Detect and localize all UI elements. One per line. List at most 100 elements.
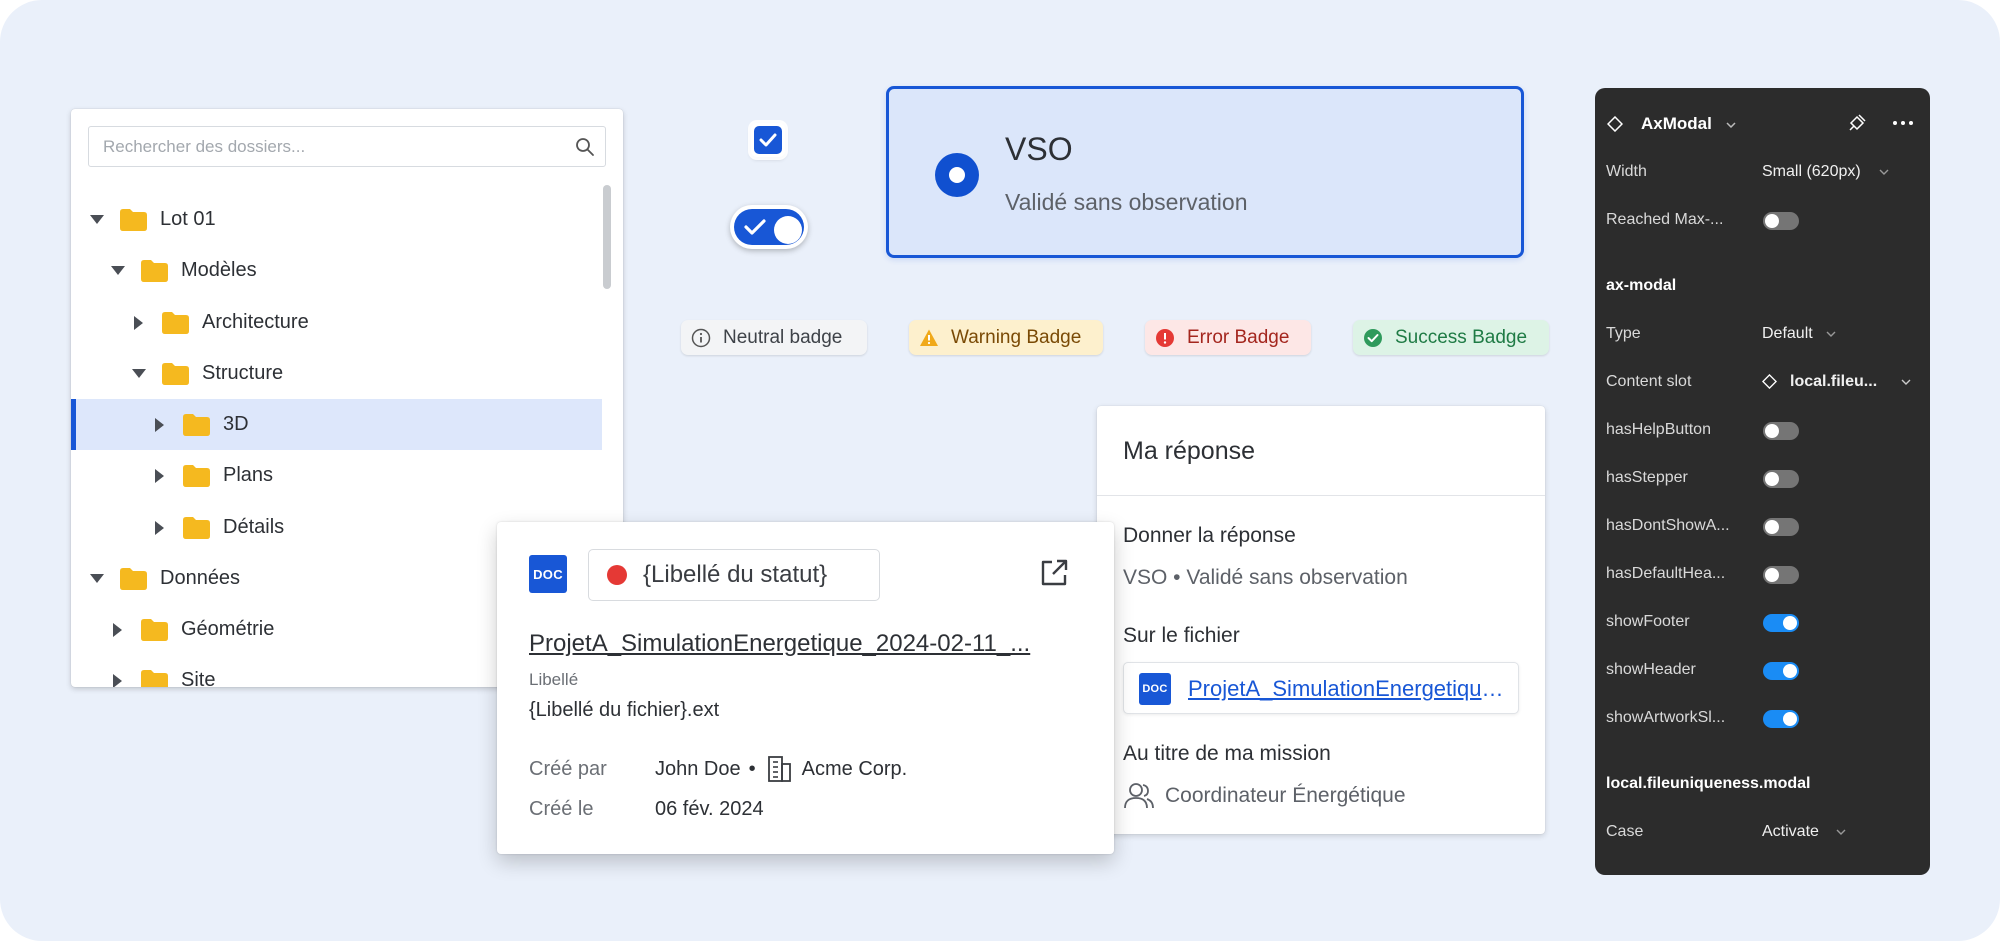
tree-item-label: Structure	[202, 362, 284, 384]
tree-item-label: Modèles	[181, 259, 257, 281]
has-dont-show-again-toggle[interactable]	[1763, 518, 1799, 536]
tree-item-label: 3D	[223, 413, 249, 435]
folder-icon	[141, 618, 168, 641]
tree-item-3d[interactable]: 3D	[71, 399, 602, 450]
folder-icon	[141, 259, 168, 282]
caret-down-icon[interactable]	[132, 367, 146, 381]
component-name[interactable]: AxModal	[1641, 114, 1712, 134]
reached-max-label: Reached Max-...	[1606, 211, 1724, 228]
warning-badge: Warning Badge	[909, 320, 1103, 355]
width-label: Width	[1606, 163, 1647, 180]
reached-max-toggle[interactable]	[1763, 212, 1799, 230]
radio-option-card[interactable]: VSO Validé sans observation	[886, 86, 1524, 258]
tree-item-label: Plans	[223, 464, 274, 486]
file-chip[interactable]: DOC ProjetA_SimulationEnergetique_2024-0…	[1123, 662, 1519, 714]
folder-icon	[120, 208, 147, 231]
show-footer-label: showFooter	[1606, 613, 1690, 630]
case-value[interactable]: Activate	[1762, 823, 1819, 841]
radio-option-description: Validé sans observation	[1005, 189, 1248, 215]
file-link[interactable]: ProjetA_SimulationEnergetique_2024-02-11	[1188, 676, 1508, 702]
caret-right-icon[interactable]	[132, 315, 146, 330]
case-label: Case	[1606, 823, 1644, 840]
chevron-down-icon[interactable]	[1900, 376, 1912, 388]
folder-icon	[120, 567, 147, 590]
chevron-down-icon[interactable]	[1725, 119, 1737, 131]
response-card-title: Ma réponse	[1123, 437, 1256, 465]
show-artwork-slot-label: showArtworkSl...	[1606, 709, 1726, 726]
show-artwork-slot-toggle[interactable]	[1763, 710, 1799, 728]
status-chip: {Libellé du statut}	[588, 549, 880, 601]
has-help-button-toggle[interactable]	[1763, 422, 1799, 440]
doc-file-icon: DOC	[529, 555, 567, 593]
checkbox[interactable]	[751, 123, 785, 157]
folder-search-input[interactable]	[89, 127, 549, 166]
width-value[interactable]: Small (620px)	[1762, 163, 1861, 181]
has-stepper-toggle[interactable]	[1763, 470, 1799, 488]
separator: •	[748, 757, 756, 780]
content-slot-label: Content slot	[1606, 373, 1692, 390]
created-on-value: 06 fév. 2024	[655, 798, 764, 820]
tree-scrollbar-thumb[interactable]	[603, 185, 611, 289]
caret-down-icon[interactable]	[90, 572, 104, 586]
has-default-header-toggle[interactable]	[1763, 566, 1799, 584]
show-footer-toggle[interactable]	[1763, 614, 1799, 632]
chevron-down-icon[interactable]	[1825, 328, 1837, 340]
building-icon	[767, 756, 791, 782]
document-filename-link[interactable]: ProjetA_SimulationEnergetique_2024-02-11…	[529, 630, 1074, 658]
caret-down-icon[interactable]	[90, 213, 104, 227]
created-by-value: John Doe • Acme Corp.	[655, 754, 907, 784]
caret-right-icon[interactable]	[153, 468, 167, 483]
tree-item-lot-01[interactable]: Lot 01	[71, 194, 602, 245]
folder-icon	[183, 464, 210, 487]
mission-value: Coordinateur Énergétique	[1165, 784, 1406, 807]
content-slot-value[interactable]: local.fileu...	[1790, 373, 1877, 391]
edit-component-icon[interactable]	[1845, 111, 1869, 135]
toggle-knob	[774, 216, 802, 244]
status-label: {Libellé du statut}	[643, 561, 828, 588]
user-group-icon	[1124, 783, 1154, 809]
success-badge: Success Badge	[1353, 320, 1549, 355]
status-dot	[607, 565, 627, 585]
toggle-switch[interactable]	[730, 205, 808, 249]
search-icon[interactable]	[575, 137, 595, 157]
error-badge: Error Badge	[1145, 320, 1311, 355]
ax-modal-section-title: ax-modal	[1606, 277, 1677, 294]
success-badge-label: Success Badge	[1395, 326, 1528, 348]
caret-right-icon[interactable]	[111, 673, 125, 687]
show-header-toggle[interactable]	[1763, 662, 1799, 680]
checkbox-checked-fill	[754, 126, 782, 154]
radio-button-selected[interactable]	[935, 153, 979, 197]
has-default-header-label: hasDefaultHea...	[1606, 565, 1726, 582]
type-value[interactable]: Default	[1762, 325, 1813, 343]
caret-right-icon[interactable]	[153, 520, 167, 535]
give-response-value: VSO • Validé sans observation	[1123, 566, 1408, 589]
tree-item-modeles[interactable]: Modèles	[71, 245, 602, 296]
created-by-label: Créé par	[529, 758, 607, 780]
give-response-label: Donner la réponse	[1123, 524, 1296, 547]
mission-row: Coordinateur Énergétique	[1123, 780, 1406, 812]
tree-item-label: Architecture	[202, 311, 309, 333]
tree-item-structure[interactable]: Structure	[71, 348, 602, 399]
caret-down-icon[interactable]	[111, 264, 125, 278]
chevron-down-icon[interactable]	[1835, 826, 1847, 838]
error-badge-label: Error Badge	[1187, 326, 1290, 348]
more-options-icon[interactable]	[1891, 111, 1915, 135]
check-icon	[759, 133, 777, 147]
tree-item-architecture[interactable]: Architecture	[71, 297, 602, 348]
type-label: Type	[1606, 325, 1641, 342]
instance-diamond-icon	[1762, 374, 1777, 389]
chevron-down-icon[interactable]	[1878, 166, 1890, 178]
libelle-value: {Libellé du fichier}.ext	[529, 699, 720, 721]
external-link-icon[interactable]	[1039, 558, 1069, 588]
folder-search-box	[88, 126, 606, 167]
radio-option-title: VSO	[1005, 131, 1073, 167]
caret-right-icon[interactable]	[153, 417, 167, 432]
created-by-name: John Doe	[655, 757, 741, 780]
tree-item-label: Site	[181, 669, 216, 687]
local-fileuniqueness-section-title: local.fileuniqueness.modal	[1606, 775, 1811, 792]
check-icon	[744, 219, 766, 235]
caret-right-icon[interactable]	[111, 622, 125, 637]
tree-item-label: Détails	[223, 516, 285, 538]
tree-item-plans[interactable]: Plans	[71, 450, 602, 501]
component-diamond-icon	[1607, 116, 1623, 132]
